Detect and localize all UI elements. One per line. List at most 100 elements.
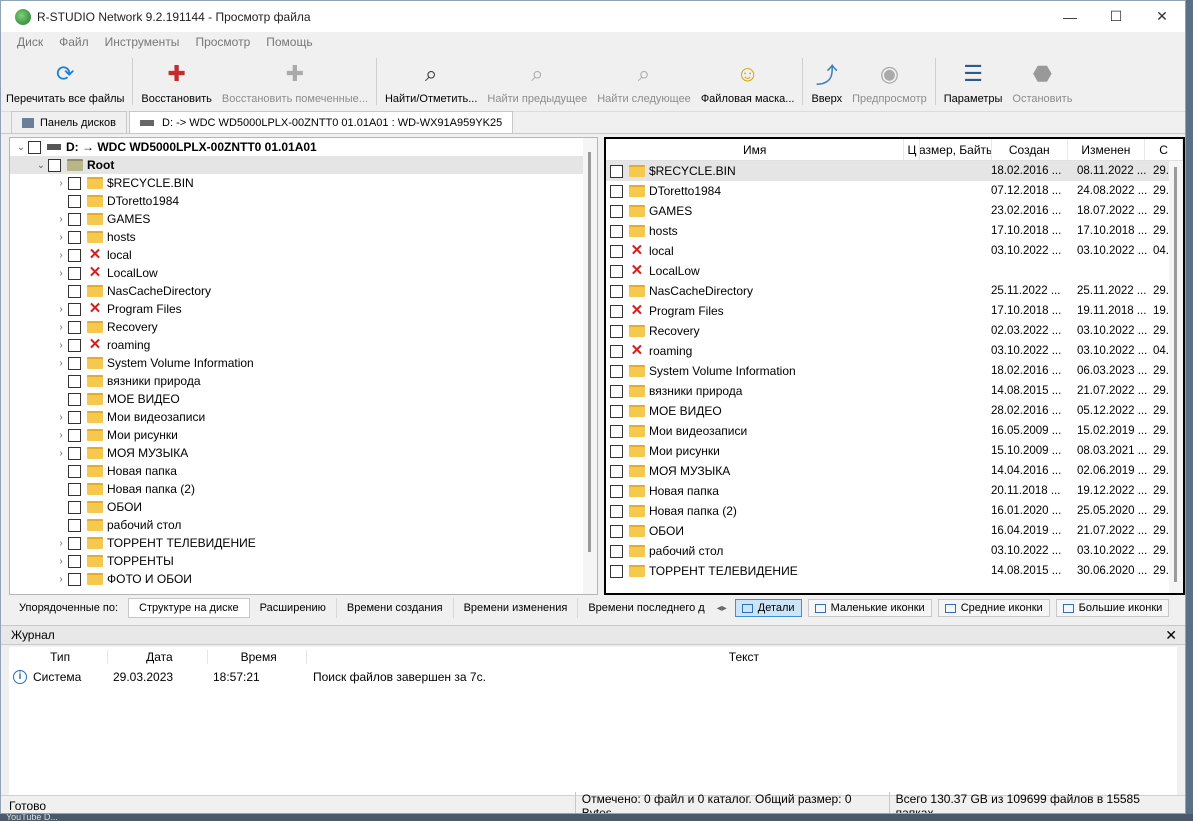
- tab-drive-view[interactable]: D: -> WDC WD5000LPLX-00ZNTT0 01.01A01 : …: [129, 111, 514, 133]
- file-row[interactable]: ✕ local 03.10.2022 ... 03.10.2022 ... 04.1: [606, 241, 1183, 261]
- select-checkbox[interactable]: [609, 184, 623, 198]
- toolbar-button-preview[interactable]: ◉ Предпросмотр: [847, 52, 932, 111]
- expand-chevron-icon[interactable]: ⌄: [34, 160, 48, 171]
- select-checkbox[interactable]: [609, 524, 623, 538]
- select-checkbox[interactable]: [68, 554, 81, 568]
- file-row[interactable]: Новая папка (2) 16.01.2020 ... 25.05.2020 …: [606, 501, 1183, 521]
- file-row[interactable]: $RECYCLE.BIN 18.02.2016 ... 08.11.2022 ...…: [605, 161, 1183, 181]
- select-checkbox[interactable]: [609, 564, 623, 578]
- tree-item[interactable]: ОБОИ: [10, 498, 597, 516]
- tree-item[interactable]: Новая папка: [10, 462, 597, 480]
- file-row[interactable]: ОБОИ 16.04.2019 ... 21.07.2022 ... 29.0: [606, 521, 1183, 541]
- select-checkbox[interactable]: [68, 320, 81, 334]
- select-checkbox[interactable]: [68, 374, 81, 388]
- select-checkbox[interactable]: [609, 164, 623, 178]
- sort-tab-structure[interactable]: Структуре на диске: [128, 598, 250, 618]
- select-checkbox[interactable]: [609, 404, 623, 418]
- expand-chevron-icon[interactable]: ›: [54, 358, 68, 369]
- menu-disk[interactable]: Диск: [17, 35, 43, 49]
- view-medium-icons-button[interactable]: Средние иконки: [937, 599, 1050, 617]
- toolbar-button-stop[interactable]: ⬣ Остановить: [1007, 52, 1077, 111]
- menu-view[interactable]: Просмотр: [195, 35, 250, 49]
- select-checkbox[interactable]: [28, 140, 41, 154]
- tree-item[interactable]: Новая папка (2): [10, 480, 597, 498]
- expand-chevron-icon[interactable]: ›: [54, 340, 68, 351]
- tree-item[interactable]: › $RECYCLE.BIN: [10, 174, 597, 192]
- file-row[interactable]: ✕ roaming 03.10.2022 ... 03.10.2022 ... 04.1: [606, 341, 1183, 361]
- minimize-button[interactable]: —: [1047, 1, 1093, 32]
- tree-item[interactable]: › ФОТО И ОБОИ: [10, 570, 597, 588]
- file-row[interactable]: NasCacheDirectory 25.11.2022 ... 25.11.202…: [606, 281, 1183, 301]
- select-checkbox[interactable]: [609, 264, 623, 278]
- list-scrollbar[interactable]: [1169, 161, 1183, 593]
- select-checkbox[interactable]: [68, 356, 81, 370]
- select-checkbox[interactable]: [609, 244, 623, 258]
- journal-row[interactable]: i Система 29.03.2023 18:57:21 Поиск файл…: [9, 667, 1177, 687]
- sort-tab-extension[interactable]: Расширению: [250, 598, 337, 618]
- select-checkbox[interactable]: [68, 572, 81, 586]
- tree-item[interactable]: › ✕ LocalLow: [10, 264, 597, 282]
- expand-chevron-icon[interactable]: ›: [54, 448, 68, 459]
- expand-chevron-icon[interactable]: ›: [54, 304, 68, 315]
- tab-disk-panel[interactable]: Панель дисков: [11, 111, 128, 133]
- expand-chevron-icon[interactable]: ›: [54, 412, 68, 423]
- file-row[interactable]: Новая папка 20.11.2018 ... 19.12.2022 ... 2…: [606, 481, 1183, 501]
- tree-item[interactable]: › GAMES: [10, 210, 597, 228]
- select-checkbox[interactable]: [68, 536, 81, 550]
- file-row[interactable]: System Volume Information 18.02.2016 ... 0…: [606, 361, 1183, 381]
- journal-close-icon[interactable]: ✕: [1165, 627, 1177, 644]
- expand-chevron-icon[interactable]: ›: [54, 322, 68, 333]
- select-checkbox[interactable]: [609, 384, 623, 398]
- tree-item[interactable]: › ✕ roaming: [10, 336, 597, 354]
- select-checkbox[interactable]: [68, 518, 81, 532]
- tree-root[interactable]: ⌄ Root: [10, 156, 597, 174]
- select-checkbox[interactable]: [609, 424, 623, 438]
- expand-chevron-icon[interactable]: ›: [54, 268, 68, 279]
- col-modified[interactable]: Изменен: [1068, 139, 1146, 160]
- toolbar-button-find-previous[interactable]: ⌕ Найти предыдущее: [482, 52, 592, 111]
- close-button[interactable]: ✕: [1139, 1, 1185, 32]
- journal-col-type[interactable]: Тип: [9, 650, 109, 664]
- toolbar-button-recover[interactable]: ✚ Восстановить: [136, 52, 216, 111]
- tree-item[interactable]: МОЕ ВИДЕО: [10, 390, 597, 408]
- expand-chevron-icon[interactable]: ›: [54, 574, 68, 585]
- select-checkbox[interactable]: [68, 176, 81, 190]
- tree-item[interactable]: › Recovery: [10, 318, 597, 336]
- toolbar-button-folder-up[interactable]: ⤴ Вверх: [806, 52, 847, 111]
- file-row[interactable]: ✕ LocalLow: [606, 261, 1183, 281]
- tree-item[interactable]: вязники природа: [10, 372, 597, 390]
- select-checkbox[interactable]: [609, 304, 623, 318]
- select-checkbox[interactable]: [68, 428, 81, 442]
- file-row[interactable]: ТОРРЕНТ ТЕЛЕВИДЕНИЕ 14.08.2015 ... 30.06.2…: [606, 561, 1183, 581]
- select-checkbox[interactable]: [609, 224, 623, 238]
- toolbar-button-sliders[interactable]: ☰ Параметры: [939, 52, 1008, 111]
- select-checkbox[interactable]: [68, 230, 81, 244]
- select-checkbox[interactable]: [68, 266, 81, 280]
- journal-col-time[interactable]: Время: [208, 650, 307, 664]
- select-checkbox[interactable]: [609, 364, 623, 378]
- select-checkbox[interactable]: [68, 500, 81, 514]
- expand-chevron-icon[interactable]: ›: [54, 250, 68, 261]
- select-checkbox[interactable]: [609, 484, 623, 498]
- journal-col-date[interactable]: Дата: [108, 650, 208, 664]
- tree-item[interactable]: › Мои рисунки: [10, 426, 597, 444]
- select-checkbox[interactable]: [48, 158, 61, 172]
- expand-chevron-icon[interactable]: ›: [54, 430, 68, 441]
- view-details-button[interactable]: Детали: [734, 599, 802, 617]
- sort-tab-accessed[interactable]: Времени последнего д: [578, 598, 714, 618]
- tree-item[interactable]: рабочий стол: [10, 516, 597, 534]
- tree-item[interactable]: › System Volume Information: [10, 354, 597, 372]
- select-checkbox[interactable]: [68, 392, 81, 406]
- menu-help[interactable]: Помощь: [266, 35, 312, 49]
- toolbar-button-binoculars[interactable]: ⌕ Найти/Отметить...: [380, 52, 482, 111]
- sort-scroll-arrows-icon[interactable]: ◂▸: [717, 603, 727, 614]
- list-scroll-thumb[interactable]: [1174, 167, 1177, 582]
- expand-chevron-icon[interactable]: ›: [54, 232, 68, 243]
- select-checkbox[interactable]: [68, 410, 81, 424]
- file-row[interactable]: вязники природа 14.08.2015 ... 21.07.2022 …: [606, 381, 1183, 401]
- expand-chevron-icon[interactable]: ›: [54, 556, 68, 567]
- select-checkbox[interactable]: [68, 284, 81, 298]
- select-checkbox[interactable]: [68, 248, 81, 262]
- select-checkbox[interactable]: [68, 464, 81, 478]
- select-checkbox[interactable]: [609, 544, 623, 558]
